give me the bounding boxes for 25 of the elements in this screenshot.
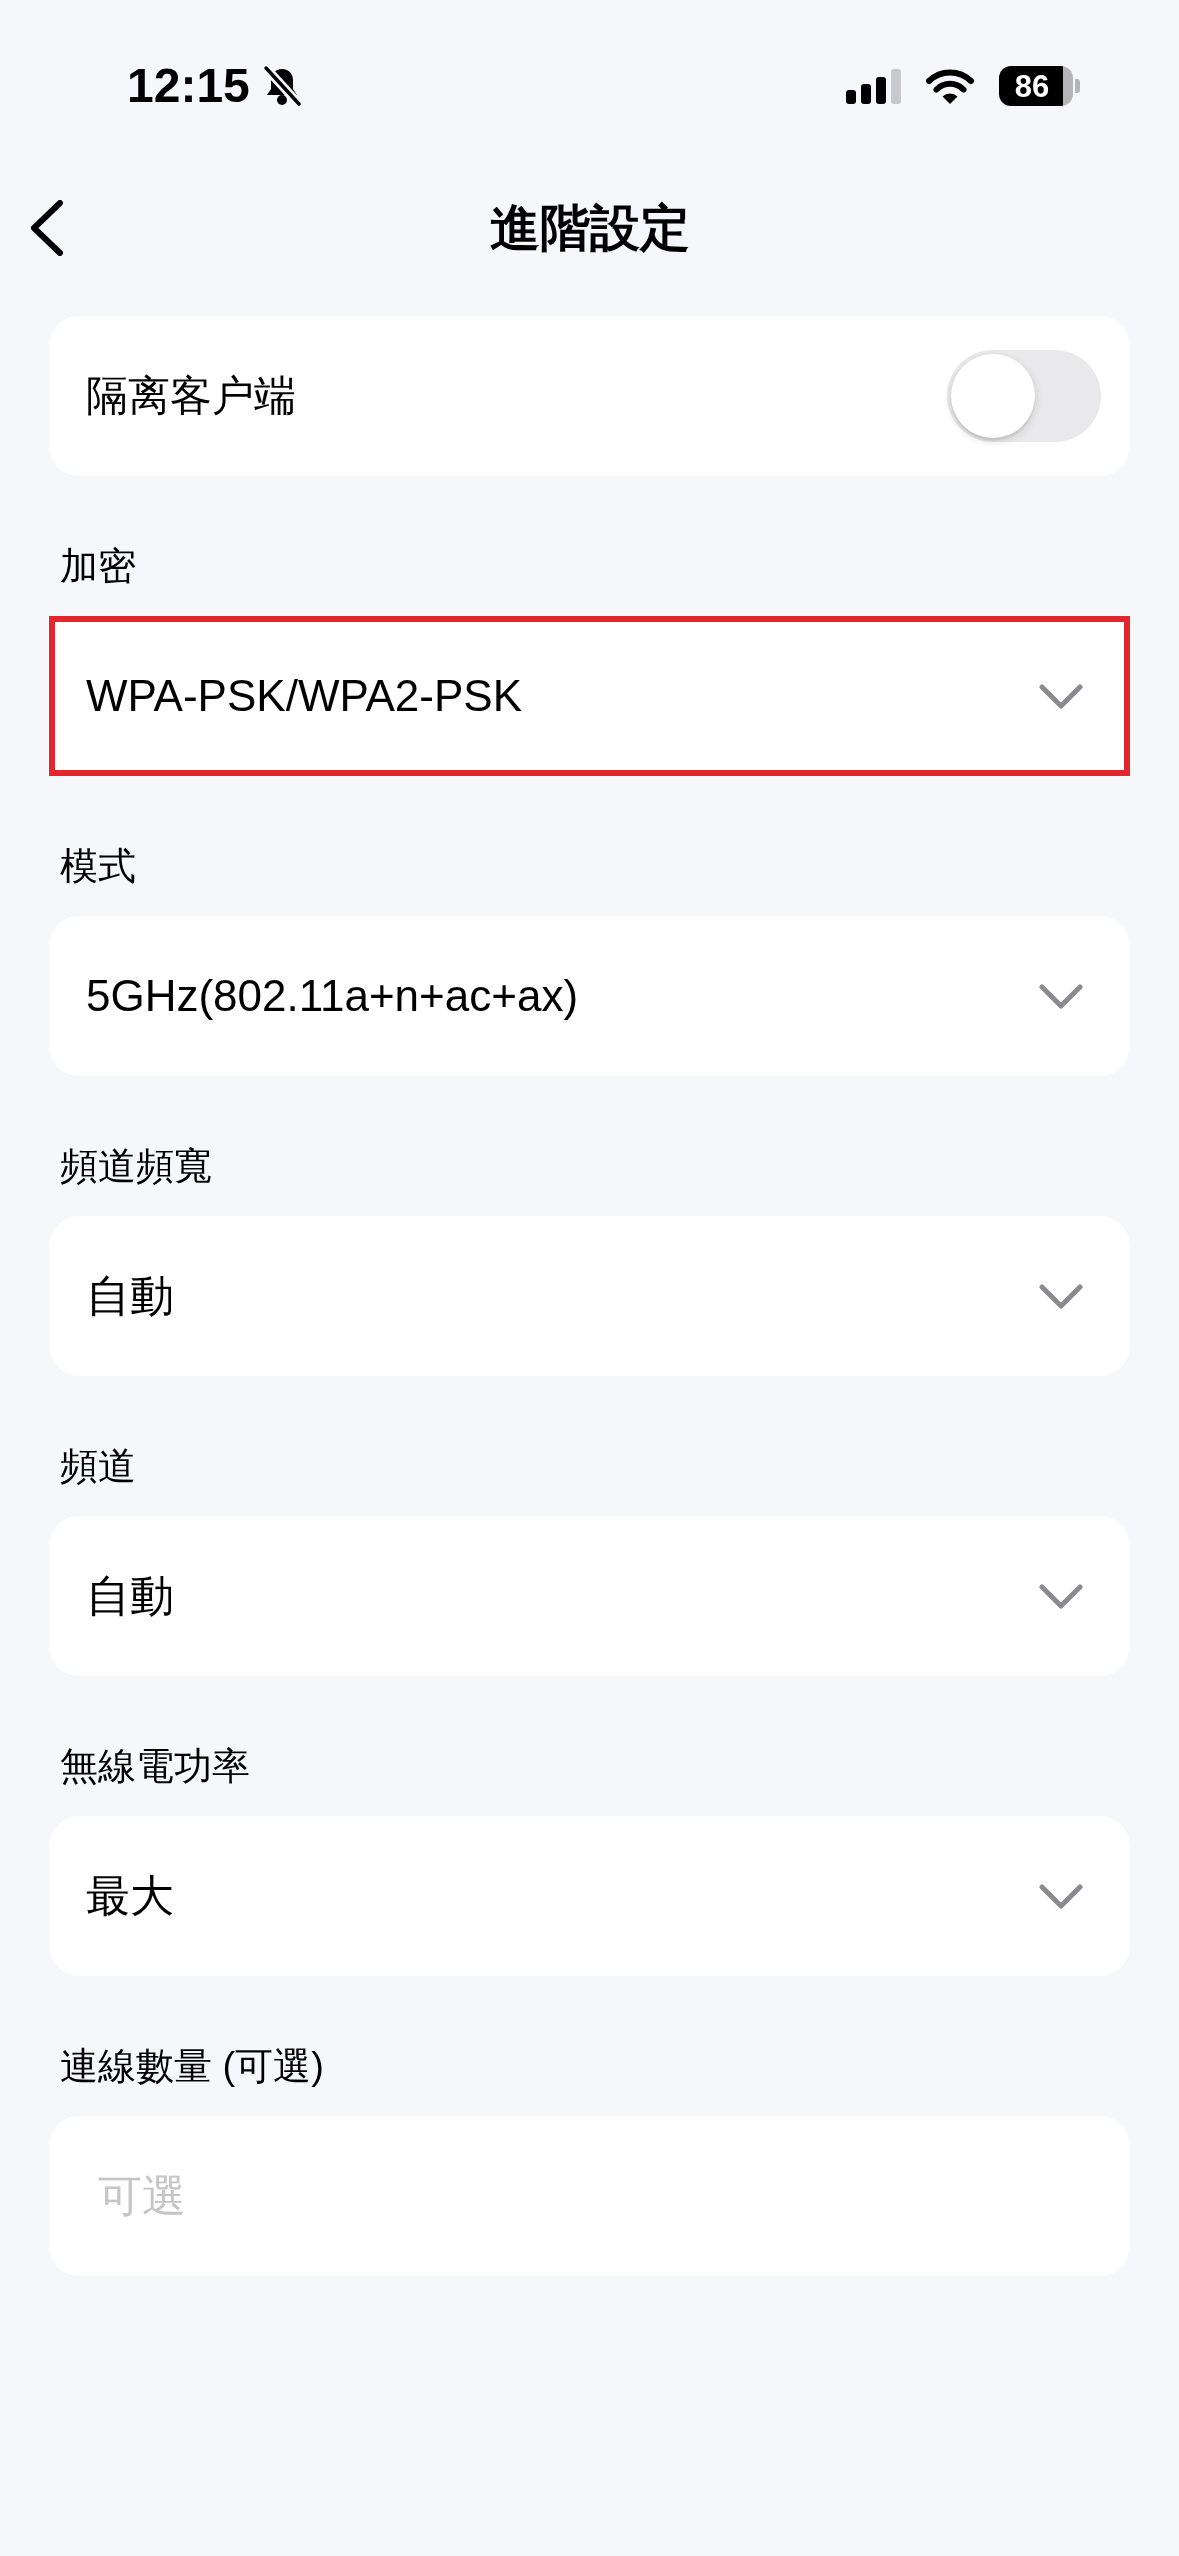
dropdown[interactable]: 最大	[49, 1816, 1130, 1976]
battery-indicator: 86	[999, 66, 1080, 106]
status-time: 12:15	[127, 62, 250, 110]
dropdown[interactable]: 自動	[49, 1216, 1130, 1376]
chevron-down-icon	[1039, 983, 1083, 1009]
dropdown[interactable]: 自動	[49, 1516, 1130, 1676]
field-label: 連線數量 (可選)	[59, 2044, 324, 2089]
field-label: 無線電功率	[59, 1744, 250, 1789]
field-label: 頻道頻寬	[59, 1144, 212, 1189]
dropdown[interactable]: 5GHz(802.11a+n+ac+ax)	[49, 916, 1130, 1076]
signal-icon	[846, 68, 901, 104]
chevron-left-icon	[29, 200, 65, 256]
field-label: 加密	[59, 544, 136, 589]
field-label: 模式	[59, 844, 136, 889]
bell-slash-icon	[261, 65, 302, 107]
chevron-down-icon	[1039, 1883, 1083, 1909]
chevron-down-icon	[1039, 1583, 1083, 1609]
chevron-down-icon	[1039, 1283, 1083, 1309]
chevron-down-icon	[1039, 683, 1083, 709]
page-title: 進階設定	[489, 199, 690, 258]
input-field[interactable]: 可選	[49, 2116, 1130, 2276]
toggle-label: 隔离客户端	[86, 370, 296, 421]
field-label: 頻道	[59, 1444, 136, 1489]
dropdown[interactable]: WPA-PSK/WPA2-PSK	[49, 616, 1130, 776]
wifi-icon	[925, 67, 975, 105]
